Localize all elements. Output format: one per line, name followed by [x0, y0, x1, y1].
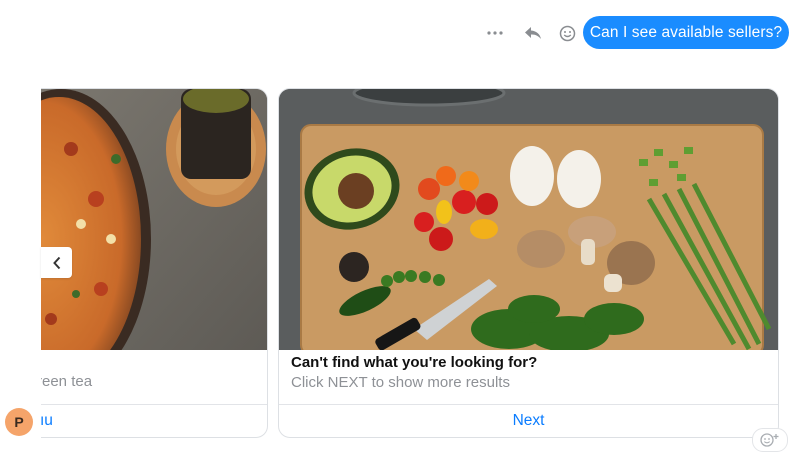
more-dots-icon: [487, 31, 503, 35]
more-options-button[interactable]: [484, 22, 506, 44]
next-button-label: Next: [512, 412, 545, 429]
previous-card-button-label: ıu: [41, 412, 53, 429]
next-button[interactable]: Next: [279, 404, 778, 437]
react-button[interactable]: [556, 22, 578, 44]
card-subtitle: Click NEXT to show more results: [291, 374, 510, 391]
vegetables-cutting-board-image: [279, 89, 778, 350]
message-bubble[interactable]: Can I see available sellers?: [583, 16, 789, 49]
pizza-image: [41, 89, 267, 350]
previous-card-subtitle: reen tea: [41, 373, 93, 390]
card-caption: Can't find what you're looking for? Clic…: [291, 354, 537, 391]
carousel-prev-button[interactable]: [41, 247, 72, 278]
reply-arrow-icon: [525, 27, 541, 39]
add-reaction-icon: [760, 433, 779, 447]
carousel-card-previous[interactable]: reen tea ıu: [41, 88, 268, 438]
avatar[interactable]: P: [5, 408, 33, 436]
card-title: Can't find what you're looking for?: [291, 354, 538, 371]
add-reaction-button[interactable]: [752, 428, 788, 452]
carousel-card-current[interactable]: Can't find what you're looking for? Clic…: [278, 88, 779, 438]
previous-card-button[interactable]: ıu: [41, 404, 267, 437]
chevron-left-icon: [52, 256, 60, 269]
reply-button[interactable]: [522, 22, 544, 44]
smiley-icon: [559, 25, 575, 41]
message-actions: [484, 22, 590, 44]
